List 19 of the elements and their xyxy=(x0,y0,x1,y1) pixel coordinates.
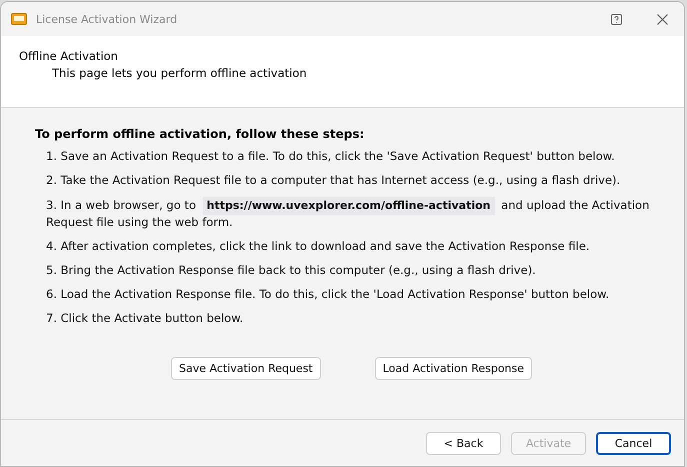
help-icon[interactable] xyxy=(611,14,622,24)
step-text: 2. Take the Activation Request file to a computer that has Internet access (e.g., using a flash drive). xyxy=(46,173,622,187)
action-button[interactable]: Load Activation Response xyxy=(374,357,532,380)
step-text: 3. In a web browser, go to https://www.uvexplorer.com/offline-activation and upload the Activation Request file using the web form. xyxy=(46,197,650,229)
page-title: Offline Activation xyxy=(19,49,119,63)
instructions-heading: To perform offline activation, follow these steps: xyxy=(35,127,366,141)
activation-link[interactable]: https://www.uvexplorer.com/offline-activation xyxy=(202,197,494,215)
step-text: 5. Bring the Activation Response file back to this computer (e.g., using a flash drive). xyxy=(46,263,537,277)
step-text: 6. Load the Activation Response file. To do this, click the 'Load Activation Response' button below. xyxy=(46,287,610,301)
app-icon xyxy=(11,13,27,25)
page-subtitle: This page lets you perform offline activation xyxy=(51,66,308,80)
step-text: 4. After activation completes, click the link to download and save the Activation Response file. xyxy=(46,239,591,253)
window-title: License Activation Wizard xyxy=(36,12,178,26)
wizard-button[interactable]: Cancel xyxy=(596,432,671,454)
close-icon[interactable] xyxy=(657,14,668,24)
step-text: 7. Click the Activate button below. xyxy=(46,311,244,325)
wizard-button[interactable]: < Back xyxy=(426,432,501,454)
action-button[interactable]: Save Activation Request xyxy=(171,357,321,380)
step-text: 1. Save an Activation Request to a file. To do this, click the 'Save Activation Request' button below. xyxy=(46,149,616,163)
